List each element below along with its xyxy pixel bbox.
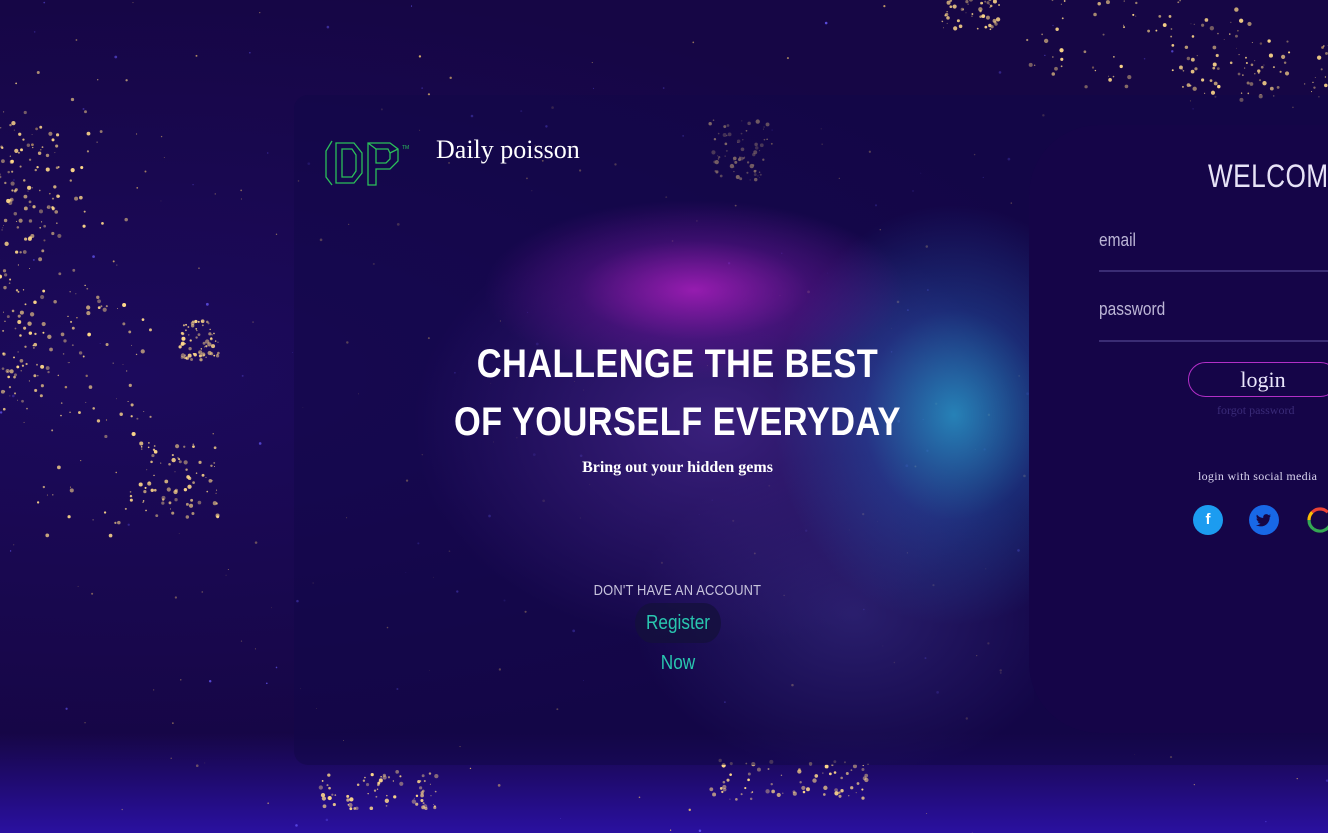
forgot-password-link[interactable]: forgot password bbox=[1217, 403, 1294, 418]
google-g-icon bbox=[1307, 507, 1328, 533]
hero-headline-line1: CHALLENGE THE BEST bbox=[476, 342, 879, 386]
hero-tagline: Bring out your hidden gems bbox=[582, 459, 773, 476]
dp-logo-icon: TM bbox=[325, 140, 409, 186]
hero-headline-line2: OF YOURSELF EVERYDAY bbox=[453, 400, 901, 444]
email-underline bbox=[1099, 270, 1328, 272]
no-account-label: DON'T HAVE AN ACCOUNT bbox=[593, 582, 762, 599]
brand-name: Daily poisson bbox=[436, 135, 580, 164]
login-button[interactable]: login bbox=[1188, 362, 1328, 397]
email-field[interactable] bbox=[1099, 225, 1323, 255]
svg-text:TM: TM bbox=[402, 145, 409, 151]
password-underline bbox=[1099, 340, 1328, 342]
register-now-button[interactable]: Register Now bbox=[635, 603, 721, 674]
login-panel bbox=[1029, 125, 1328, 733]
welcome-title: WELCOME bbox=[1208, 158, 1328, 194]
password-field[interactable] bbox=[1099, 294, 1323, 324]
twitter-icon[interactable] bbox=[1249, 505, 1279, 535]
hero-headline: CHALLENGE THE BEST OF YOURSELF EVERYDAY bbox=[348, 335, 1008, 451]
google-icon[interactable] bbox=[1305, 505, 1328, 535]
twitter-bird-icon bbox=[1256, 514, 1271, 527]
facebook-icon[interactable]: f bbox=[1193, 505, 1223, 535]
social-login-label: login with social media bbox=[1198, 469, 1318, 483]
